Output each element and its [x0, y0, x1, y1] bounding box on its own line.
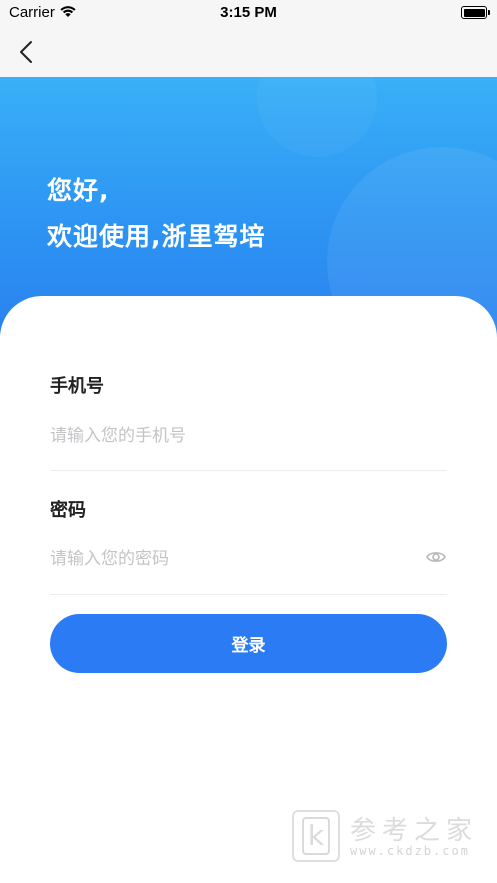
nav-bar	[0, 26, 497, 77]
greeting-line-1: 您好,	[47, 176, 110, 205]
watermark: k 参考之家 www.ckdzb.com	[292, 810, 492, 865]
phone-label: 手机号	[50, 376, 104, 397]
status-time: 3:15 PM	[220, 4, 277, 21]
watermark-logo-letter: k	[302, 817, 330, 855]
watermark-title: 参考之家	[350, 816, 479, 846]
back-button[interactable]	[10, 36, 42, 68]
phone-divider	[50, 470, 447, 471]
password-input[interactable]	[50, 544, 410, 574]
eye-icon[interactable]	[426, 549, 446, 565]
chevron-left-icon	[20, 41, 32, 63]
password-label: 密码	[50, 500, 86, 521]
watermark-url: www.ckdzb.com	[350, 844, 470, 858]
watermark-logo: k	[292, 810, 340, 862]
phone-input[interactable]	[50, 421, 410, 451]
battery-icon	[461, 6, 490, 19]
welcome-heading: 您好, 欢迎使用,浙里驾培	[47, 168, 266, 260]
login-button[interactable]: 登录	[50, 614, 447, 673]
status-bar: Carrier 3:15 PM	[0, 0, 497, 26]
password-divider	[50, 594, 447, 595]
greeting-line-2: 欢迎使用,浙里驾培	[47, 222, 266, 251]
hero-decoration	[257, 77, 377, 157]
